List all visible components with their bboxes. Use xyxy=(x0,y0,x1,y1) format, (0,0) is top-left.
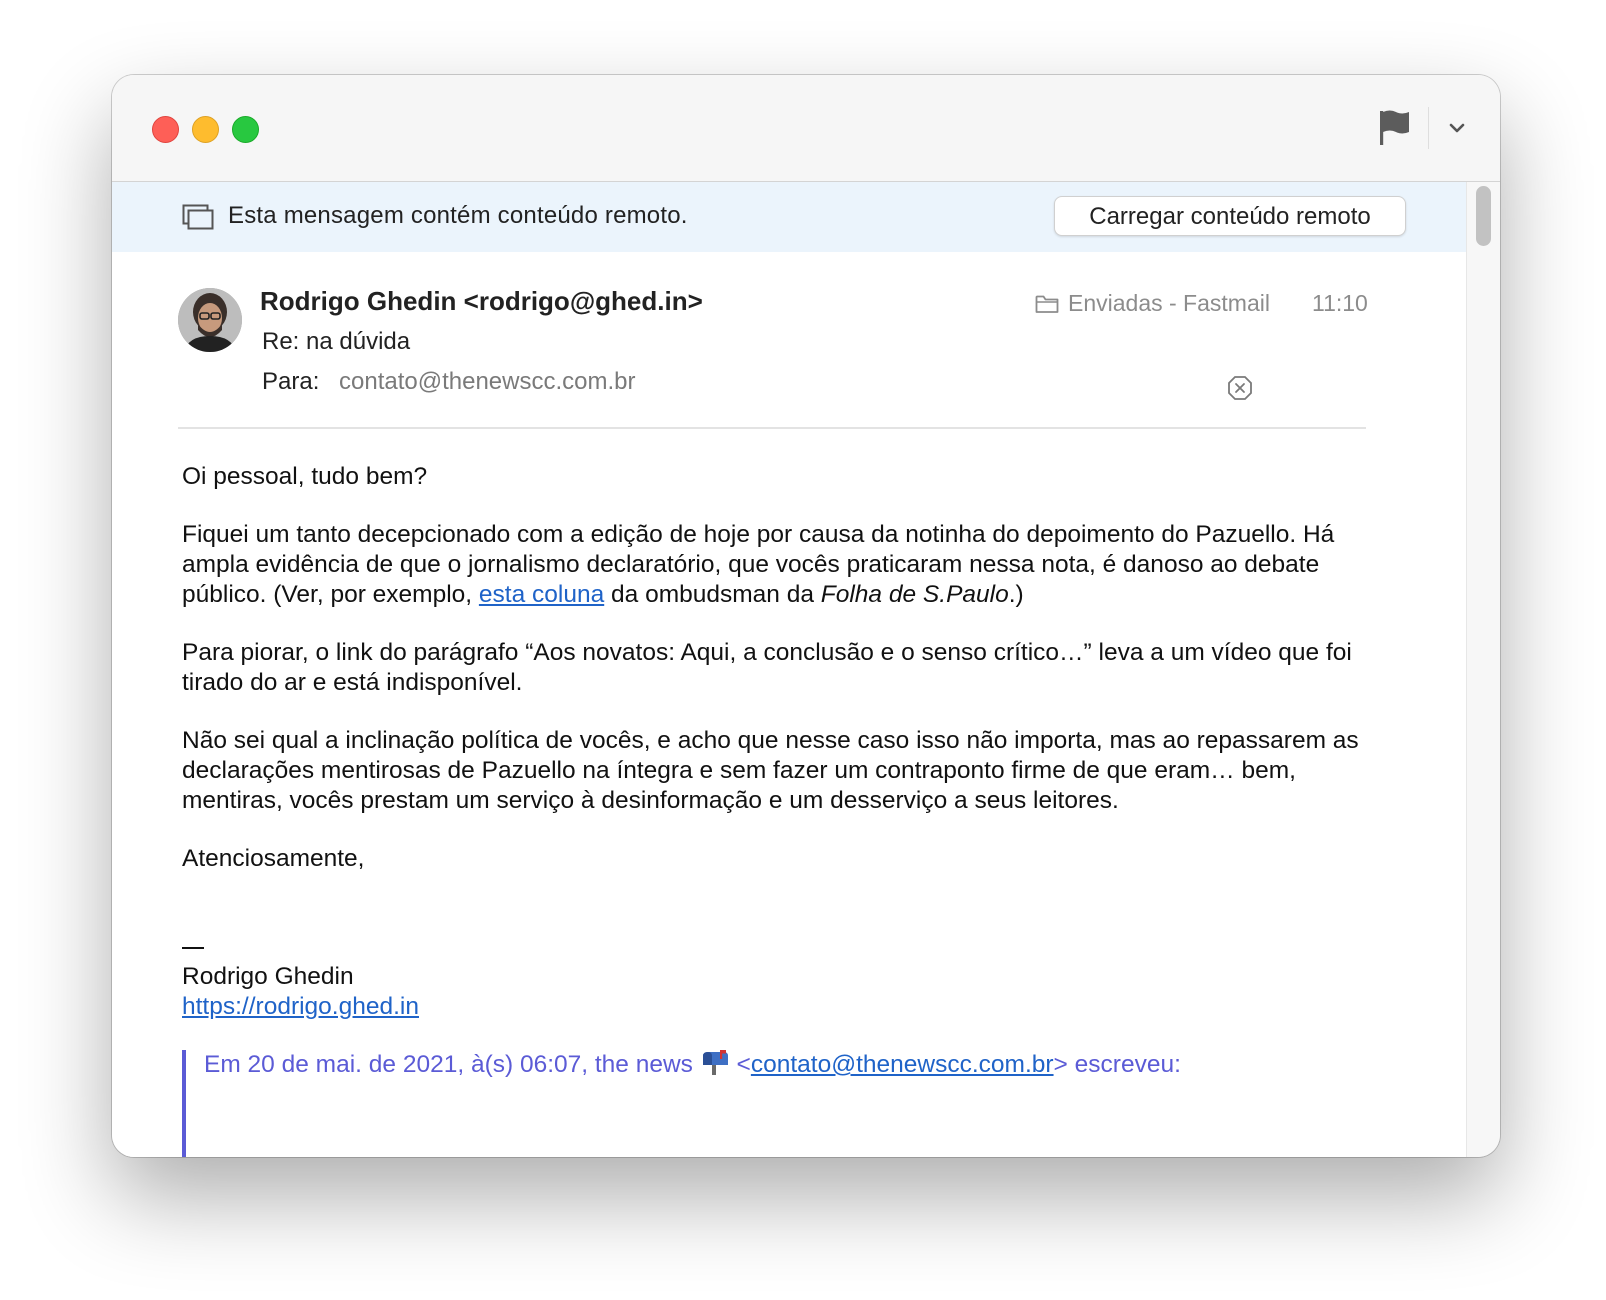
mailbox-name[interactable]: Enviadas - Fastmail xyxy=(1068,290,1270,317)
quoted-reply: Em 20 de mai. de 2021, à(s) 06:07, the n… xyxy=(182,1050,1354,1157)
newspaper-name: Folha de S.Paulo xyxy=(820,581,1009,608)
mail-window: Esta mensagem contém conteúdo remoto. Ca… xyxy=(112,75,1500,1157)
quote-lt: < xyxy=(729,1051,751,1078)
flag-icon[interactable] xyxy=(1374,107,1414,147)
signature-name: Rodrigo Ghedin xyxy=(182,963,354,990)
titlebar xyxy=(112,75,1500,182)
signature-separator xyxy=(182,932,1392,962)
sender[interactable]: Rodrigo Ghedin <rodrigo@ghed.in> xyxy=(260,286,703,317)
signature: Rodrigo Ghedin https://rodrigo.ghed.in xyxy=(182,932,1392,1022)
column-link[interactable]: esta coluna xyxy=(479,581,604,608)
paragraph-1-end: .) xyxy=(1008,581,1024,608)
recipient-address[interactable]: contato@thenewscc.com.br xyxy=(339,368,636,396)
close-window-button[interactable] xyxy=(152,116,179,143)
remote-content-banner: Esta mensagem contém conteúdo remoto. Ca… xyxy=(112,182,1466,252)
folder-icon xyxy=(1035,294,1059,314)
scrollbar[interactable] xyxy=(1466,182,1500,1157)
quote-email-link[interactable]: contato@thenewscc.com.br xyxy=(751,1051,1054,1078)
paragraph-1-text-2: da ombudsman da xyxy=(604,581,821,608)
chevron-down-icon[interactable] xyxy=(1442,113,1472,143)
greeting: Oi pessoal, tudo bem? xyxy=(182,463,428,490)
load-remote-content-button[interactable]: Carregar conteúdo remoto xyxy=(1054,196,1406,236)
remove-recipient-icon[interactable] xyxy=(1227,375,1253,401)
quote-suffix: > escreveu: xyxy=(1053,1051,1181,1078)
mailbox-icon xyxy=(700,1050,730,1076)
remote-content-icon xyxy=(182,204,214,230)
quote-header: Em 20 de mai. de 2021, à(s) 06:07, the n… xyxy=(204,1051,700,1078)
message-time: 11:10 xyxy=(1312,290,1368,316)
subject: Re: na dúvida xyxy=(262,328,411,355)
message-body: Oi pessoal, tudo bem? Fiquei um tanto de… xyxy=(182,462,1392,1022)
toolbar-separator xyxy=(1428,107,1429,149)
scrollbar-thumb[interactable] xyxy=(1476,186,1491,246)
maximize-window-button[interactable] xyxy=(232,116,259,143)
closing: Atenciosamente, xyxy=(182,845,365,872)
minimize-window-button[interactable] xyxy=(192,116,219,143)
paragraph-3: Não sei qual a inclinação política de vo… xyxy=(182,727,1359,814)
header-divider xyxy=(178,427,1366,429)
to-label: Para: xyxy=(262,368,320,395)
message-viewer: Esta mensagem contém conteúdo remoto. Ca… xyxy=(112,182,1466,1157)
avatar xyxy=(178,288,242,352)
signature-link[interactable]: https://rodrigo.ghed.in xyxy=(182,993,419,1020)
remote-content-message: Esta mensagem contém conteúdo remoto. xyxy=(228,202,688,229)
paragraph-1: Fiquei um tanto decepcionado com a ediçã… xyxy=(182,520,1392,610)
paragraph-2: Para piorar, o link do parágrafo “Aos no… xyxy=(182,639,1352,696)
